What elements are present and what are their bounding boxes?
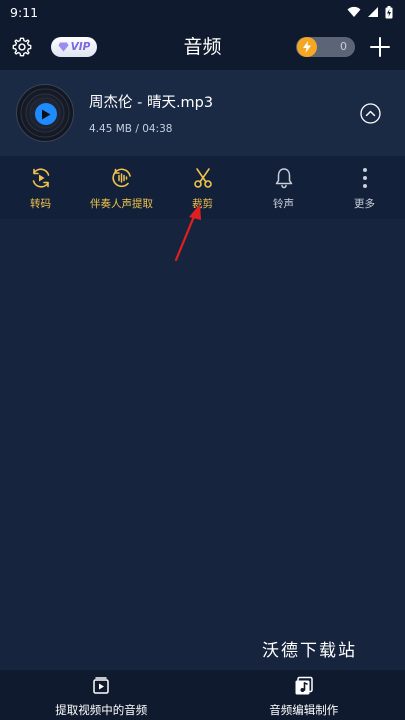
add-button[interactable] xyxy=(369,36,391,58)
cellular-signal-icon xyxy=(368,7,378,17)
nav-extract-video-audio[interactable]: 提取视频中的音频 xyxy=(0,670,203,720)
gear-icon xyxy=(12,37,32,57)
nav-label: 提取视频中的音频 xyxy=(55,703,148,717)
annotation-arrow-icon xyxy=(174,204,201,262)
action-convert[interactable]: 转码 xyxy=(0,156,81,219)
bottom-nav: 提取视频中的音频 音频编辑制作 xyxy=(0,670,405,720)
action-ringtone[interactable]: 铃声 xyxy=(243,156,324,219)
chevron-up-icon xyxy=(360,103,381,124)
scissors-icon xyxy=(193,168,212,188)
vinyl-disc-icon xyxy=(16,84,74,142)
app-bar: 音频 VIP 0 xyxy=(0,24,405,70)
status-time: 9:11 xyxy=(10,4,39,20)
nav-audio-editor[interactable]: 音频编辑制作 xyxy=(203,670,405,720)
collapse-button[interactable] xyxy=(360,103,381,124)
play-button[interactable] xyxy=(35,103,57,125)
video-play-icon xyxy=(93,677,109,694)
plus-icon xyxy=(370,37,390,57)
vip-badge[interactable]: VIP xyxy=(51,37,97,57)
watermark-text: 沃德下载站 xyxy=(262,641,357,661)
action-label: 伴奏人声提取 xyxy=(90,198,153,210)
nav-label: 音频编辑制作 xyxy=(269,703,339,717)
music-note-icon xyxy=(295,676,313,695)
action-label: 转码 xyxy=(30,198,51,210)
file-meta: 4.45 MB / 04:38 xyxy=(89,123,173,135)
action-more[interactable]: 更多 xyxy=(324,156,405,219)
lightning-coin-icon xyxy=(303,41,311,53)
coin-count: 0 xyxy=(340,40,347,53)
coin-toggle[interactable]: 0 xyxy=(296,37,355,57)
diamond-icon xyxy=(58,42,69,52)
vip-label: VIP xyxy=(70,41,91,53)
status-bar: 9:11 xyxy=(0,0,405,24)
convert-icon xyxy=(32,168,49,188)
bell-icon xyxy=(275,168,292,189)
settings-button[interactable] xyxy=(11,36,33,58)
status-icons xyxy=(347,5,393,19)
action-label: 更多 xyxy=(354,198,375,210)
action-vocal-extract[interactable]: 伴奏人声提取 xyxy=(81,156,162,219)
play-icon xyxy=(42,109,51,119)
audio-file-card[interactable]: 周杰伦 - 晴天.mp3 4.45 MB / 04:38 xyxy=(0,70,405,156)
battery-charging-icon xyxy=(385,5,393,18)
wifi-icon xyxy=(347,6,361,17)
vocal-extract-icon xyxy=(111,168,131,188)
file-name: 周杰伦 - 晴天.mp3 xyxy=(89,95,214,111)
more-vertical-icon xyxy=(362,168,367,188)
coin-icon xyxy=(297,37,317,57)
action-label: 铃声 xyxy=(273,198,294,210)
